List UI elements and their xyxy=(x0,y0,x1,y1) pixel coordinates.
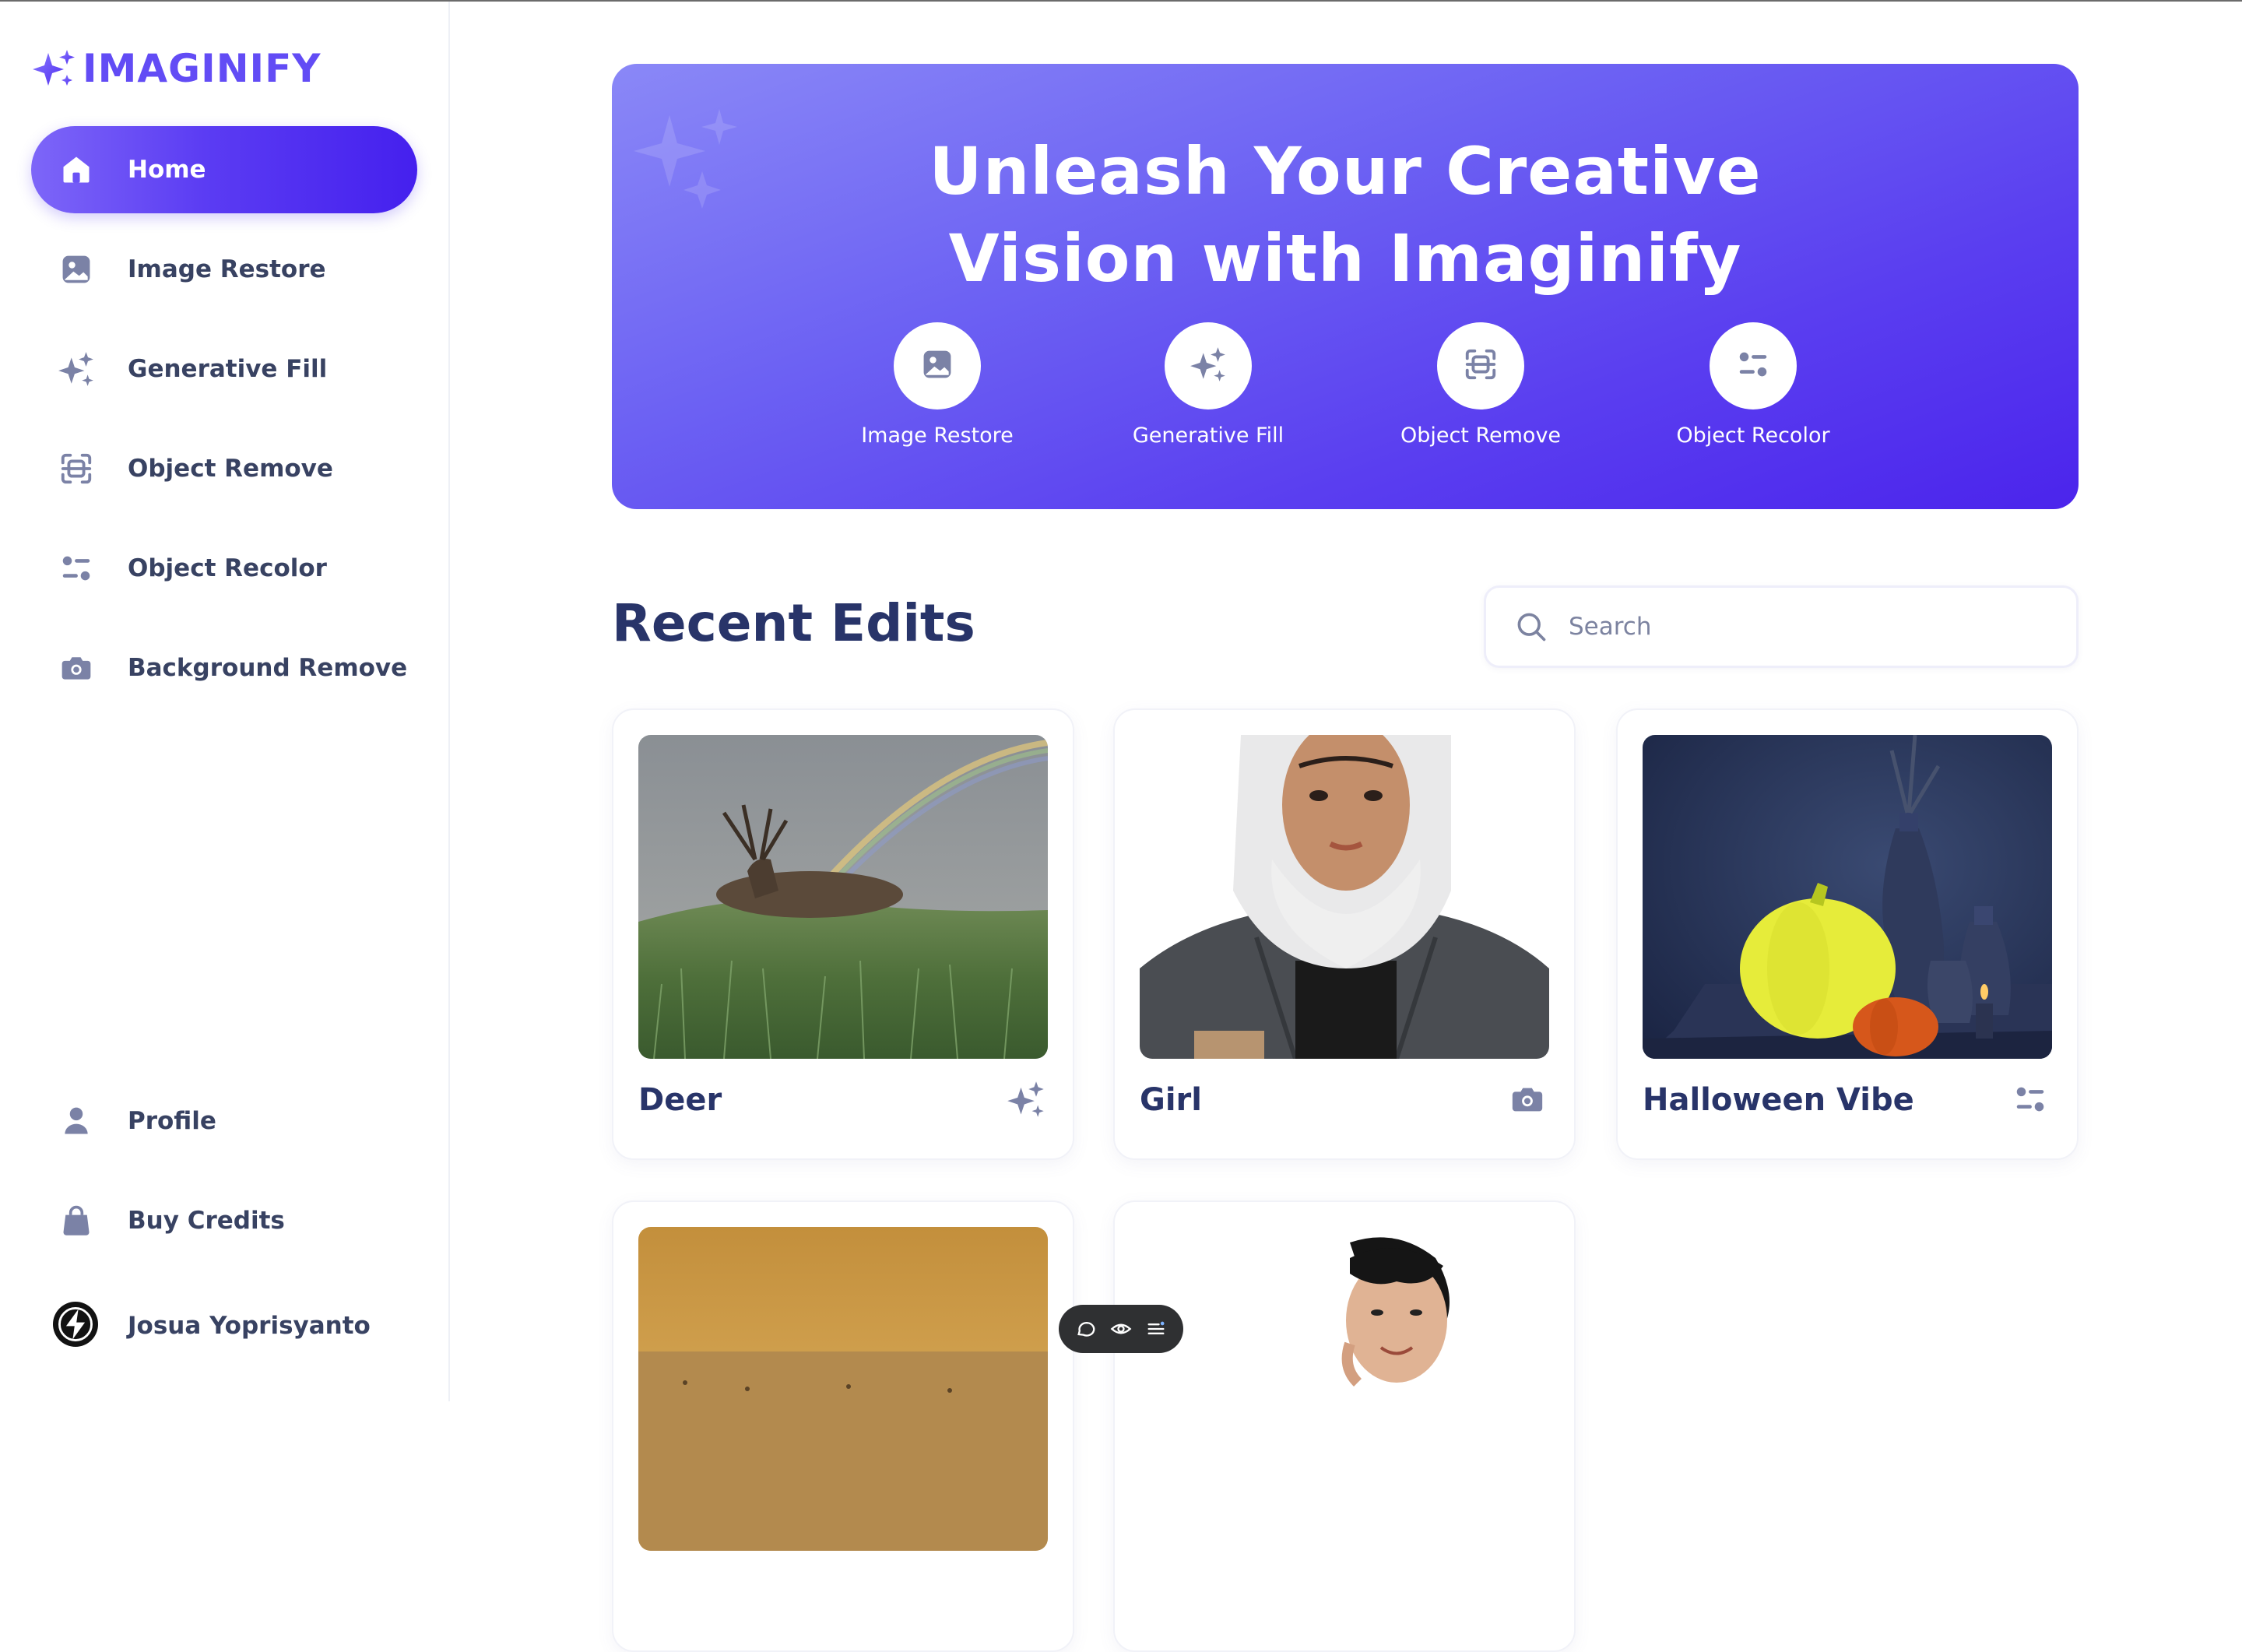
sidebar-item-object-remove[interactable]: Object Remove xyxy=(31,425,417,512)
card-thumbnail xyxy=(638,735,1048,1059)
sidebar-item-label: Image Restore xyxy=(128,255,326,283)
user-profile-row[interactable]: Josua Yoprisyanto xyxy=(53,1302,371,1350)
card-thumbnail xyxy=(1140,1227,1549,1551)
user-name: Josua Yoprisyanto xyxy=(128,1312,371,1340)
tool-label: Generative Fill xyxy=(1132,424,1284,448)
tool-circle xyxy=(1165,322,1252,409)
logo[interactable]: IMAGINIFY xyxy=(31,47,322,90)
sidebar-item-background-remove[interactable]: Background Remove xyxy=(31,624,417,712)
recent-edit-card[interactable]: Deer xyxy=(612,708,1074,1160)
card-title: Girl xyxy=(1140,1082,1202,1118)
sidebar-item-home[interactable]: Home xyxy=(31,126,417,213)
sidebar-item-object-recolor[interactable]: Object Recolor xyxy=(31,525,417,612)
logo-stars-icon xyxy=(33,50,75,86)
recent-edit-card[interactable]: Halloween Vibe xyxy=(1616,708,2079,1160)
stars-icon xyxy=(1189,345,1228,387)
sidebar-item-label: Profile xyxy=(128,1107,216,1135)
sidebar-item-label: Background Remove xyxy=(128,654,408,682)
search-bar[interactable] xyxy=(1484,585,2079,668)
sidebar-item-label: Buy Credits xyxy=(128,1207,285,1235)
hero-title-line: Vision with Imaginify xyxy=(948,220,1742,297)
hero-title-line: Unleash Your Creative xyxy=(929,133,1762,209)
app-name: IMAGINIFY xyxy=(83,46,322,91)
hero-title: Unleash Your Creative Vision with Imagin… xyxy=(612,128,2079,302)
tool-label: Image Restore xyxy=(861,424,1014,448)
sidebar-item-label: Generative Fill xyxy=(128,355,328,383)
tool-circle xyxy=(1710,322,1797,409)
card-thumbnail xyxy=(1643,735,2052,1059)
bag-icon xyxy=(56,1200,97,1241)
search-input[interactable] xyxy=(1567,612,2006,641)
filter-icon xyxy=(2008,1077,2052,1121)
tool-object-remove[interactable]: Object Remove xyxy=(1364,322,1597,448)
tool-label: Object Remove xyxy=(1400,424,1562,448)
tool-label: Object Recolor xyxy=(1676,424,1830,448)
avatar xyxy=(53,1302,98,1350)
filter-icon xyxy=(56,548,97,589)
card-title: Deer xyxy=(638,1082,722,1118)
eye-icon[interactable] xyxy=(1109,1316,1133,1341)
tool-image-restore[interactable]: Image Restore xyxy=(821,322,1054,448)
card-thumbnail xyxy=(638,1227,1048,1551)
sidebar: IMAGINIFY Home Image Restore Generative … xyxy=(0,2,450,1401)
stars-icon xyxy=(56,349,97,389)
stars-icon xyxy=(1004,1077,1048,1121)
tool-circle xyxy=(1437,322,1524,409)
sidebar-item-label: Home xyxy=(128,156,206,184)
floating-toolbar xyxy=(1059,1305,1183,1353)
camera-icon xyxy=(1506,1077,1549,1121)
card-thumbnail xyxy=(1140,735,1549,1059)
filter-icon xyxy=(1735,346,1771,385)
menu-icon[interactable] xyxy=(1144,1316,1168,1341)
sidebar-item-buy-credits[interactable]: Buy Credits xyxy=(31,1177,417,1264)
user-icon xyxy=(56,1101,97,1141)
sidebar-item-image-restore[interactable]: Image Restore xyxy=(31,226,417,313)
home-icon xyxy=(56,149,97,190)
scan-icon xyxy=(1463,346,1499,385)
scan-icon xyxy=(56,448,97,489)
search-icon xyxy=(1514,610,1548,644)
sidebar-item-generative-fill[interactable]: Generative Fill xyxy=(31,325,417,413)
recent-edits-title: Recent Edits xyxy=(612,593,975,653)
sidebar-item-profile[interactable]: Profile xyxy=(31,1077,417,1165)
recent-edit-card[interactable]: Girl xyxy=(1113,708,1576,1160)
tool-circle xyxy=(894,322,981,409)
sidebar-item-label: Object Recolor xyxy=(128,554,327,582)
card-title: Halloween Vibe xyxy=(1643,1082,1914,1118)
tool-generative-fill[interactable]: Generative Fill xyxy=(1091,322,1325,448)
hero-banner: Unleash Your Creative Vision with Imagin… xyxy=(612,64,2079,509)
image-icon xyxy=(56,249,97,290)
image-icon xyxy=(920,347,954,385)
recent-edit-card[interactable] xyxy=(1113,1200,1576,1652)
recent-edit-card[interactable] xyxy=(612,1200,1074,1652)
chat-icon[interactable] xyxy=(1074,1316,1098,1341)
tool-object-recolor[interactable]: Object Recolor xyxy=(1636,322,1870,448)
sidebar-item-label: Object Remove xyxy=(128,455,333,483)
camera-icon xyxy=(56,648,97,688)
